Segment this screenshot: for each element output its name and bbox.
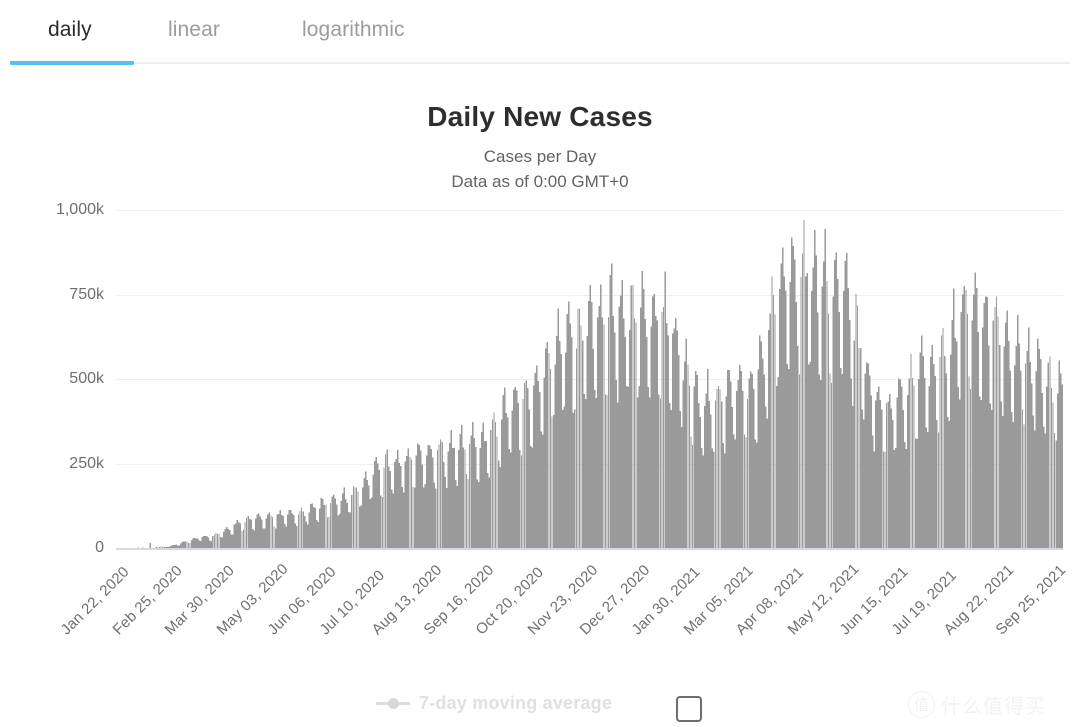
y-axis-tick-label: 750k bbox=[69, 285, 104, 303]
tabbar-divider bbox=[10, 62, 1070, 64]
moving-average-checkbox[interactable] bbox=[676, 696, 702, 722]
tab-logarithmic[interactable]: logarithmic bbox=[302, 18, 405, 42]
line-marker-icon bbox=[376, 696, 410, 710]
chart-mode-tabbar: daily linear logarithmic bbox=[0, 0, 1080, 66]
chart-page: daily linear logarithmic Daily New Cases… bbox=[0, 0, 1080, 727]
active-tab-underline bbox=[10, 61, 134, 65]
y-axis-tick-label: 250k bbox=[69, 454, 104, 472]
x-axis-labels: Jan 22, 2020 Feb 25, 2020 Mar 30, 2020 May … bbox=[0, 550, 1080, 670]
tab-daily[interactable]: daily bbox=[48, 18, 92, 42]
y-axis: 0 250k 500k 750k 1,000k bbox=[0, 201, 104, 556]
legend-label: 7-day moving average bbox=[419, 692, 613, 713]
chart-subtitle-timestamp: Data as of 0:00 GMT+0 bbox=[451, 172, 629, 191]
chart-legend: 7-day moving average bbox=[0, 686, 1080, 727]
legend-item-moving-average[interactable]: 7-day moving average bbox=[376, 686, 612, 720]
chart-title: Daily New Cases bbox=[427, 101, 653, 132]
chart-subtitle-units: Cases per Day bbox=[483, 147, 597, 166]
y-axis-tick-label: 1,000k bbox=[55, 201, 104, 218]
y-axis-tick-label: 500k bbox=[69, 370, 104, 387]
tab-linear[interactable]: linear bbox=[168, 18, 220, 42]
